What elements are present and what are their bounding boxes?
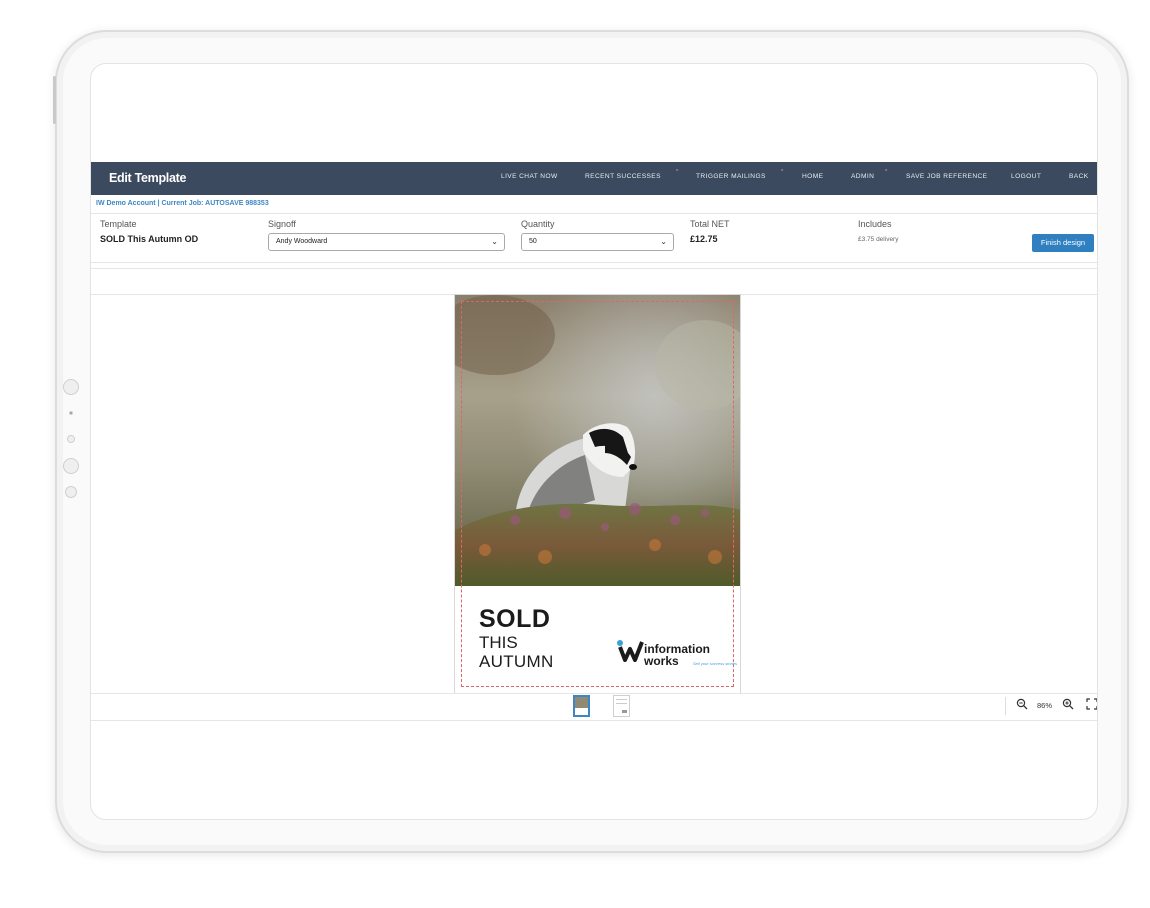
app-screen: Edit Template LIVE CHAT NOW RECENT SUCCE… xyxy=(90,63,1098,820)
tablet-button-icon xyxy=(65,486,77,498)
divider xyxy=(91,213,1097,214)
template-label: Template xyxy=(100,219,137,229)
nav-logout[interactable]: LOGOUT xyxy=(1011,173,1041,180)
tablet-button-icon xyxy=(63,379,79,395)
template-value: SOLD This Autumn OD xyxy=(100,234,199,244)
includes-label: Includes xyxy=(858,219,892,229)
nav-save-job-reference[interactable]: SAVE JOB REFERENCE xyxy=(906,173,987,180)
tablet-camera-icon xyxy=(69,411,73,415)
fullscreen-icon[interactable] xyxy=(1086,698,1098,710)
total-net-label: Total NET xyxy=(690,219,730,229)
nav-back[interactable]: BACK xyxy=(1069,173,1089,180)
tablet-side-button xyxy=(53,76,56,124)
information-works-logo-icon xyxy=(617,640,644,662)
page-thumbnail-back[interactable] xyxy=(613,695,630,717)
account-job-line: IW Demo Account | Current Job: AUTOSAVE … xyxy=(96,200,269,207)
design-canvas[interactable]: SOLD THIS AUTUMN information works Sell … xyxy=(455,295,740,693)
logo-tagline: Sell your success stories xyxy=(693,661,738,666)
design-line-autumn[interactable]: AUTUMN xyxy=(479,652,554,672)
includes-value: £3.75 delivery xyxy=(858,236,899,243)
chevron-down-icon: ⌄ xyxy=(491,237,498,246)
zoom-level: 86% xyxy=(1037,701,1053,710)
chevron-down-icon[interactable]: ˇ xyxy=(781,170,783,177)
quantity-label: Quantity xyxy=(521,219,555,229)
quantity-select[interactable]: 50 ⌄ xyxy=(521,233,674,251)
chevron-down-icon[interactable]: ˇ xyxy=(885,170,887,177)
logo-text-works: works xyxy=(644,654,679,668)
design-headline[interactable]: SOLD xyxy=(479,605,550,634)
signoff-label: Signoff xyxy=(268,219,296,229)
total-net-value: £12.75 xyxy=(690,234,718,244)
thumbnail-line xyxy=(622,710,627,713)
design-line-this[interactable]: THIS xyxy=(479,633,518,653)
tablet-sensor-icon xyxy=(67,435,75,443)
top-navbar: Edit Template LIVE CHAT NOW RECENT SUCCE… xyxy=(91,162,1097,195)
nav-live-chat[interactable]: LIVE CHAT NOW xyxy=(501,173,558,180)
signoff-select[interactable]: Andy Woodward ⌄ xyxy=(268,233,505,251)
thumbnail-line xyxy=(616,699,627,700)
finish-design-button[interactable]: Finish design xyxy=(1032,234,1094,252)
zoom-in-icon[interactable] xyxy=(1062,698,1074,710)
zoom-out-icon[interactable] xyxy=(1016,698,1028,710)
nav-home[interactable]: HOME xyxy=(802,173,823,180)
page-thumbnail-front[interactable] xyxy=(573,695,590,717)
page-title: Edit Template xyxy=(109,171,187,185)
nav-admin[interactable]: ADMIN xyxy=(851,173,874,180)
toolbar-separator xyxy=(1005,697,1006,715)
thumbnail-line xyxy=(616,703,627,704)
chevron-down-icon[interactable]: ˇ xyxy=(676,170,678,177)
divider xyxy=(91,262,1097,263)
quantity-selected-value: 50 xyxy=(529,238,537,245)
nav-recent-successes[interactable]: RECENT SUCCESSES xyxy=(585,173,661,180)
nav-trigger-mailings[interactable]: TRIGGER MAILINGS xyxy=(696,173,766,180)
divider xyxy=(91,720,1097,721)
chevron-down-icon: ⌄ xyxy=(660,237,667,246)
tablet-button-icon xyxy=(63,458,79,474)
divider xyxy=(91,693,1097,694)
signoff-selected-value: Andy Woodward xyxy=(276,238,328,245)
thumbnail-photo xyxy=(575,697,588,708)
divider xyxy=(91,268,1097,269)
